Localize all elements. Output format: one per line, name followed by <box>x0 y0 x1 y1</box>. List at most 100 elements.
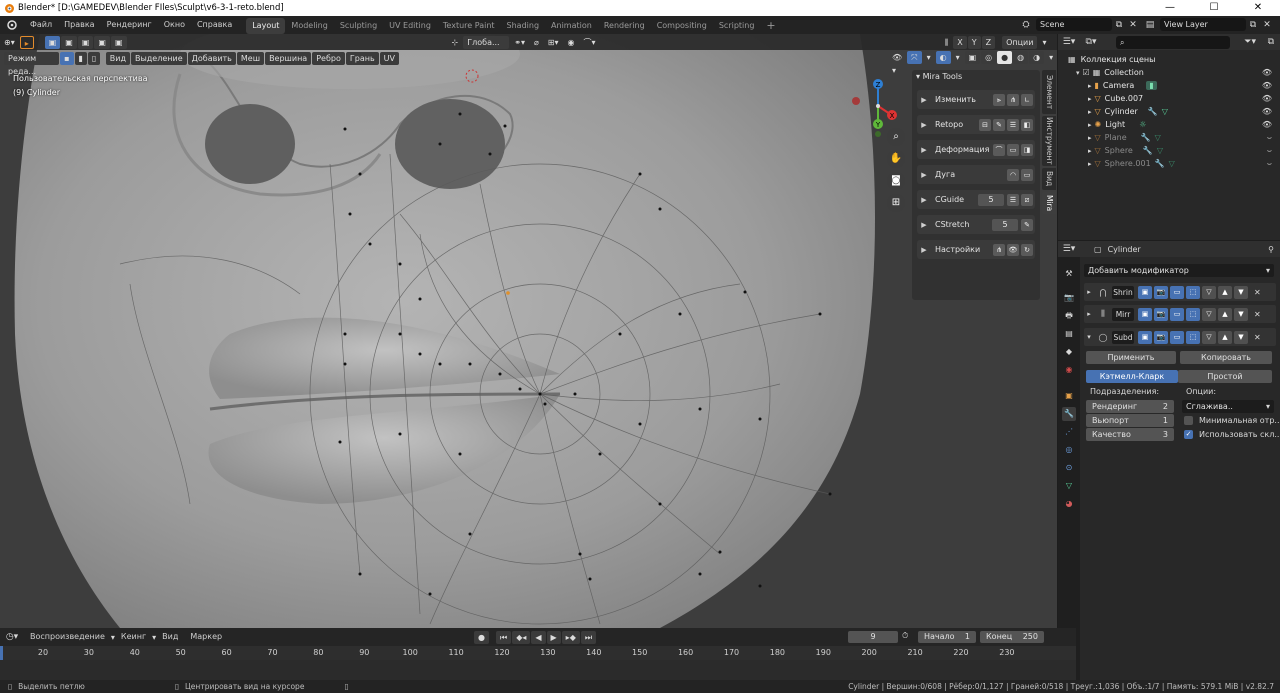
tab-compositing[interactable]: Compositing <box>651 18 713 34</box>
expand-icon[interactable]: ▸ <box>1088 108 1092 116</box>
keying-menu[interactable]: Кеинг <box>115 628 152 646</box>
new-view-layer-icon[interactable]: ⧉ <box>1246 20 1260 30</box>
simple-toggle[interactable]: Простой <box>1178 370 1272 383</box>
falloff-icon[interactable]: ⌒▾ <box>580 36 600 49</box>
sidetab-tool[interactable]: Инструмент <box>1042 116 1056 166</box>
tab-texture-paint[interactable]: Texture Paint <box>437 18 501 34</box>
move-up-icon[interactable]: ▲ <box>1218 330 1232 344</box>
wireframe-shading-icon[interactable]: ◎ <box>981 51 997 64</box>
vertex-select-icon[interactable]: ▪ <box>60 51 74 65</box>
remove-view-layer-icon[interactable]: ✕ <box>1260 20 1274 30</box>
move-up-icon[interactable]: ▲ <box>1218 307 1232 321</box>
mira-settings-tool-icon[interactable]: ⋔ <box>993 243 1005 256</box>
xray-icon[interactable]: ▣ <box>964 51 981 64</box>
view-layer-field[interactable]: View Layer <box>1160 18 1246 31</box>
outliner-scene-collection[interactable]: ▦ Коллекция сцены <box>1058 53 1280 66</box>
checkbox-checked-icon[interactable]: ✓ <box>1184 430 1193 439</box>
cstretch-count-field[interactable]: 5 <box>992 218 1018 231</box>
tab-rendering[interactable]: Rendering <box>598 18 651 34</box>
sidetab-view[interactable]: Вид <box>1042 168 1056 190</box>
mira-arc-icon[interactable]: ◠ <box>1007 168 1019 181</box>
mode-dropdown[interactable]: Режим реда... <box>4 51 60 76</box>
new-collection-icon[interactable]: ⧉ <box>1268 37 1274 47</box>
particles-tab-icon[interactable]: ⋰ <box>1062 425 1076 439</box>
visibility-eye-icon[interactable]: 👁 <box>1262 94 1272 103</box>
mira-arc-box-icon[interactable]: ▭ <box>1021 168 1033 181</box>
outliner-item-light[interactable]: ▸ ✺ Light ☼ 👁 <box>1058 118 1280 131</box>
object-tab-icon[interactable]: ▣ <box>1062 389 1076 403</box>
start-frame-field[interactable]: Начало 1 <box>918 631 976 643</box>
current-frame-field[interactable]: 9 <box>848 631 898 643</box>
menu-view[interactable]: Вид <box>105 51 130 65</box>
select-tool-icon[interactable]: ▸ <box>19 35 34 49</box>
jump-start-icon[interactable]: ⏮ <box>495 631 512 644</box>
proportional-edit-icon[interactable]: ◉ <box>564 36 579 49</box>
viewport-levels-field[interactable]: Вьюпорт 1 <box>1086 414 1174 427</box>
mira-retopo-list-icon[interactable]: ☰ <box>1007 118 1019 131</box>
move-up-icon[interactable]: ▲ <box>1218 285 1232 299</box>
view-layer-icon[interactable]: ▤ <box>1140 20 1160 30</box>
record-icon[interactable]: ● <box>474 631 489 644</box>
marker-menu[interactable]: Маркер <box>184 628 228 646</box>
menu-help[interactable]: Справка <box>191 16 238 34</box>
output-tab-icon[interactable]: 🖶 <box>1062 309 1076 323</box>
close-button[interactable]: ✕ <box>1236 0 1280 16</box>
realtime-toggle-icon[interactable]: ▭ <box>1170 307 1184 321</box>
add-modifier-dropdown[interactable]: Добавить модификатор <box>1084 264 1274 277</box>
modifier-mirror[interactable]: ▸ ⫼ Mirr ▣ 📷 ▭ ⬚ ▽ ▲ ▼ ✕ <box>1084 305 1276 323</box>
modifier-name-field[interactable]: Shrin <box>1112 285 1134 299</box>
play-reverse-icon[interactable]: ◀ <box>531 631 546 644</box>
visibility-eye-icon[interactable]: 👁 <box>1262 120 1272 129</box>
hidden-eye-icon[interactable]: ⌣ <box>1267 133 1272 143</box>
menu-select[interactable]: Выделение <box>130 51 187 65</box>
expand-icon[interactable]: ▸ <box>1084 288 1094 296</box>
on-cage-icon[interactable]: ▽ <box>1202 307 1216 321</box>
mira-deform-curve-icon[interactable]: ⌒ <box>993 143 1005 156</box>
tab-scripting[interactable]: Scripting <box>713 18 761 34</box>
options-dropdown[interactable]: Опции <box>1002 35 1038 49</box>
edit-mode-toggle-icon[interactable]: ▣ <box>1138 285 1152 299</box>
outliner-item-sphere[interactable]: ▸ ▽ Sphere 🔧 ▽ ⌣ <box>1058 144 1280 157</box>
move-down-icon[interactable]: ▼ <box>1234 330 1248 344</box>
axis-x-toggle[interactable]: X <box>953 35 967 49</box>
world-tab-icon[interactable]: ◉ <box>1062 363 1076 377</box>
scene-tab-icon[interactable]: ◆ <box>1062 345 1076 359</box>
material-shading-icon[interactable]: ◍ <box>1013 51 1029 64</box>
menu-edge[interactable]: Ребро <box>312 51 345 65</box>
modifier-name-field[interactable]: Subd <box>1112 330 1134 344</box>
mira-tools-header[interactable]: ▾ Mira Tools <box>912 70 1040 84</box>
menu-render[interactable]: Рендеринг <box>101 16 158 34</box>
render-levels-field[interactable]: Рендеринг 2 <box>1086 400 1174 413</box>
quality-field[interactable]: Качество 3 <box>1086 428 1174 441</box>
min-opt-checkbox-row[interactable]: Минимальная отр.. <box>1184 416 1280 425</box>
expand-icon[interactable]: ▾ <box>1076 69 1080 77</box>
snap-icon[interactable]: ⌀ <box>530 36 543 49</box>
outliner-item-camera[interactable]: ▸ ▮ Camera ▮ 👁 <box>1058 79 1280 92</box>
mira-row-arc[interactable]: ▶ Дуга ◠ ▭ <box>917 165 1035 184</box>
mira-row-cguide[interactable]: ▶ CGuide 5 ☰ ⧄ <box>917 190 1035 209</box>
next-keyframe-icon[interactable]: ▸◆ <box>561 631 580 644</box>
axis-z-toggle[interactable]: Z <box>981 35 996 49</box>
sidetab-mira[interactable]: Mira <box>1042 192 1056 214</box>
checkbox-unchecked-icon[interactable] <box>1184 416 1193 425</box>
rendered-shading-icon[interactable]: ◑ <box>1029 51 1045 64</box>
timeline-track-area[interactable] <box>0 660 1076 680</box>
tab-sculpting[interactable]: Sculpting <box>334 18 383 34</box>
select-mode-new-icon[interactable]: ▣ <box>44 35 61 49</box>
gizmo-icon[interactable]: ⤧ <box>907 51 922 64</box>
gizmo-chevron-icon[interactable]: ▾ <box>923 51 935 64</box>
select-mode-subtract-icon[interactable]: ▣ <box>77 35 94 49</box>
mira-row-retopo[interactable]: ▶ Retopo ⊟ ✎ ☰ ◧ <box>917 115 1035 134</box>
modifier-subdivision[interactable]: ▾ ◯ Subd ▣ 📷 ▭ ⬚ ▽ ▲ ▼ ✕ <box>1084 328 1276 346</box>
editor-type-button[interactable]: ⊕▾ <box>0 36 19 49</box>
view-layer-tab-icon[interactable]: ▤ <box>1062 327 1076 341</box>
menu-edit[interactable]: Правка <box>58 16 100 34</box>
apply-button[interactable]: Применить <box>1086 351 1176 364</box>
transform-orientation-icon[interactable]: ⊹ <box>448 36 463 49</box>
realtime-toggle-icon[interactable]: ▭ <box>1170 330 1184 344</box>
edit-mode-toggle-icon[interactable]: ▣ <box>1138 330 1152 344</box>
overlay-icon[interactable]: ◐ <box>935 51 951 64</box>
mira-retopo-pen-icon[interactable]: ✎ <box>993 118 1005 131</box>
scene-icon[interactable]: ⛭ <box>1016 20 1036 30</box>
cage-toggle-icon[interactable]: ⬚ <box>1186 285 1200 299</box>
